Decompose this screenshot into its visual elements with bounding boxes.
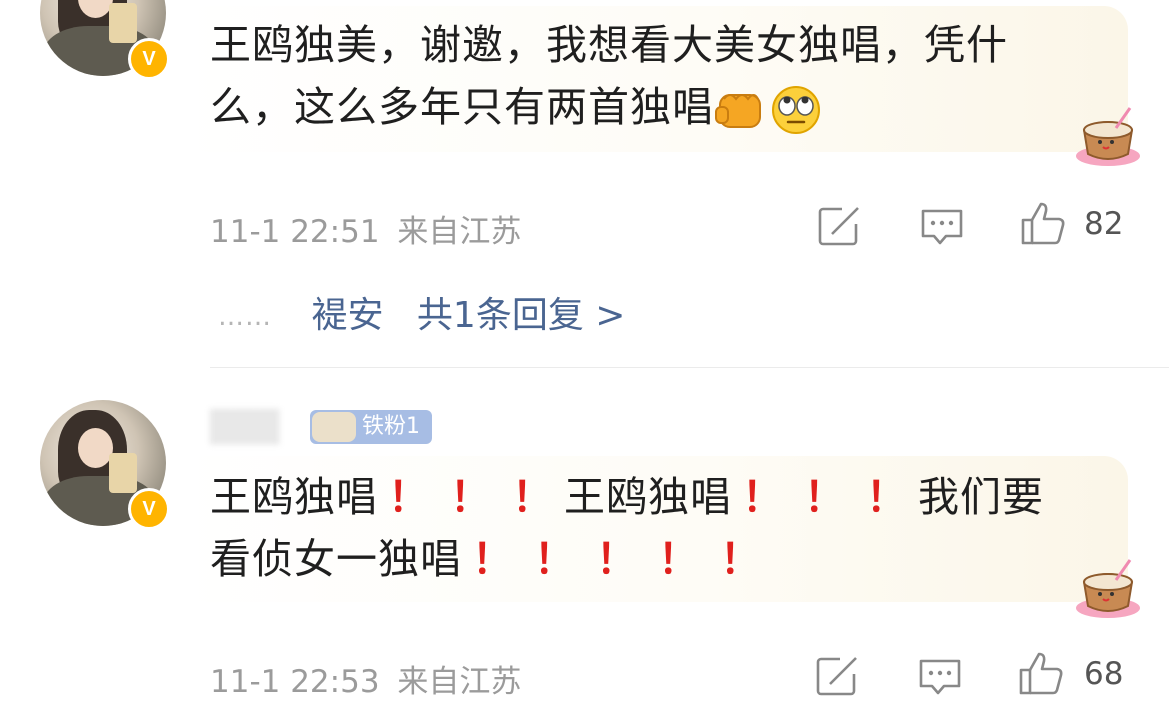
fist-emoji-icon [715, 94, 761, 128]
fan-badge[interactable]: 铁粉1 [310, 410, 432, 444]
reply-author[interactable]: 褆安 [311, 295, 383, 336]
comment-meta: 11-1 22:53 来自江苏 [210, 656, 521, 701]
comment-text-fragment: 王鸥独唱 [564, 473, 732, 521]
exclamation-icon: ！ [742, 473, 784, 521]
exclamation-icon: ！ [866, 473, 908, 521]
exclamation-icon: ！ [450, 473, 492, 521]
exclamation-icon: ！ [534, 535, 576, 583]
exclamation-icon: ！ [388, 473, 430, 521]
comment-text: 王鸥独唱！！！王鸥独唱！！！我们要 看侦女一独唱！！！！！ [210, 466, 1090, 590]
eye-roll-emoji-icon [772, 86, 820, 134]
comment-text-line: 么，这么多年只有两首独唱 [210, 76, 1090, 138]
username-blurred[interactable]: ███ [210, 410, 279, 445]
reply-count-link[interactable]: 共1条回复 > [417, 295, 626, 336]
exclamation-icon: ！ [596, 535, 638, 583]
exclamation-icon: ！ [512, 473, 554, 521]
exclamation-icon: ！ [804, 473, 846, 521]
exclamation-icon: ！ [720, 535, 762, 583]
coconut-drink-sticker-icon [1076, 559, 1140, 618]
comment-text-fragment: 我们要 [918, 473, 1044, 521]
comment-icon[interactable] [918, 657, 962, 697]
like-count: 68 [1084, 656, 1124, 692]
comment-text-line: 看侦女一独唱！！！！！ [210, 528, 1090, 590]
comment-location: 来自江苏 [397, 214, 522, 250]
comment-text-fragment: 么，这么多年只有两首独唱 [210, 83, 714, 131]
comment-text-line: 王鸥独唱！！！王鸥独唱！！！我们要 [210, 466, 1090, 528]
reply-preview[interactable]: …… 褆安 共1条回复 > [218, 286, 625, 336]
comment-time: 11-1 22:51 [210, 214, 380, 250]
exclamation-icon: ！ [472, 535, 514, 583]
comment-location: 来自江苏 [397, 664, 522, 700]
edit-icon[interactable] [816, 656, 860, 696]
verified-badge-icon: V [128, 38, 170, 80]
thumbs-up-icon[interactable] [1018, 650, 1066, 696]
bear-badge-icon [312, 412, 356, 442]
comment-text: 王鸥独美，谢邀，我想看大美女独唱，凭什 么，这么多年只有两首独唱 [210, 14, 1090, 138]
comment-icon[interactable] [920, 207, 964, 247]
like-count: 82 [1084, 206, 1124, 242]
comment-time: 11-1 22:53 [210, 664, 380, 700]
reply-dots: …… [218, 302, 272, 332]
comment-divider [210, 367, 1169, 368]
fan-badge-label: 铁粉1 [362, 414, 420, 439]
exclamation-icon: ！ [658, 535, 700, 583]
comment-text-fragment: 看侦女一独唱 [210, 535, 462, 583]
comment-meta: 11-1 22:51 来自江苏 [210, 206, 521, 251]
coconut-drink-sticker-icon [1076, 107, 1140, 166]
comment-text-line: 王鸥独美，谢邀，我想看大美女独唱，凭什 [210, 21, 1008, 69]
edit-icon[interactable] [818, 206, 862, 246]
comment-text-fragment: 王鸥独唱 [210, 473, 378, 521]
thumbs-up-icon[interactable] [1020, 200, 1068, 246]
verified-badge-icon: V [128, 488, 170, 530]
